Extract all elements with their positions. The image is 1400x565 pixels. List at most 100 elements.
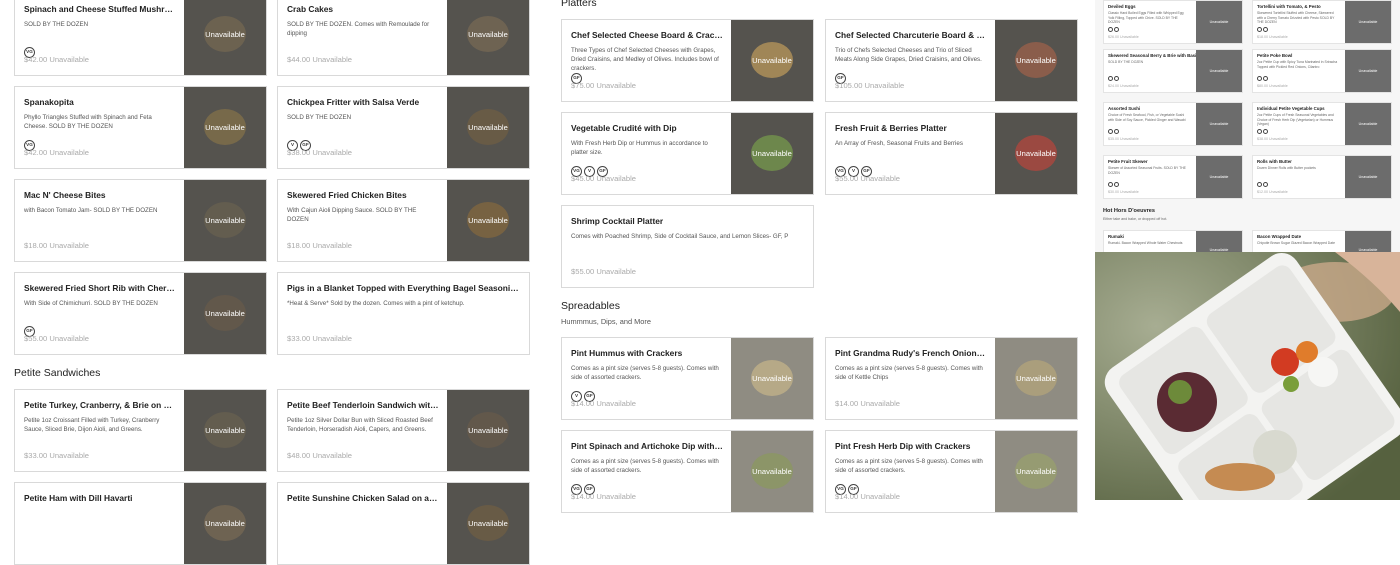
- preview-item-name: Rumaki: [1108, 234, 1124, 239]
- item-info: Spanakopita Phyllo Triangles Stuffed with…: [24, 87, 176, 168]
- menu-item-card[interactable]: Chef Selected Charcuterie Board & Cracke…: [825, 19, 1078, 102]
- unavailable-overlay: Unavailable: [468, 123, 508, 132]
- preview-menu-item[interactable]: Deviled Eggs Classic Hard Boiled Eggs Fil…: [1103, 0, 1243, 44]
- item-info: Skewered Fried Short Rib with Cherry Tom…: [24, 273, 176, 354]
- item-name: Pint Hummus with Crackers: [571, 348, 683, 358]
- preview-item-thumbnail: Unavailable: [1196, 1, 1242, 43]
- diet-tag-icon: [1108, 76, 1113, 81]
- menu-item-card[interactable]: Skewered Fried Chicken Bites With Cajun A…: [277, 179, 530, 262]
- item-thumbnail[interactable]: Unavailable: [731, 338, 813, 419]
- unavailable-overlay: Unavailable: [1016, 149, 1056, 158]
- menu-item-card[interactable]: Skewered Fried Short Rib with Cherry Tom…: [14, 272, 267, 355]
- item-info: Pigs in a Blanket Topped with Everything…: [287, 273, 519, 354]
- preview-item-price: $12.00 Unavailable: [1257, 190, 1288, 194]
- item-thumbnail[interactable]: Unavailable: [995, 338, 1077, 419]
- preview-menu-item[interactable]: Petite Fruit Skewer Skewer of Assorted Se…: [1103, 155, 1243, 199]
- preview-item-price: $35.00 Unavailable: [1108, 137, 1139, 141]
- item-thumbnail[interactable]: Unavailable: [184, 483, 266, 564]
- item-info: Shrimp Cocktail Platter Comes with Poache…: [571, 206, 803, 287]
- preview-menu-item[interactable]: Individual Petite Vegetable Cups 2oz Peti…: [1252, 102, 1392, 146]
- diet-tag-icon: [1114, 182, 1119, 187]
- menu-item-card[interactable]: Spanakopita Phyllo Triangles Stuffed with…: [14, 86, 267, 169]
- menu-item-card[interactable]: Petite Sunshine Chicken Salad on a Crois…: [277, 482, 530, 565]
- item-thumbnail[interactable]: Unavailable: [184, 390, 266, 471]
- item-thumbnail[interactable]: Unavailable: [447, 390, 529, 471]
- item-info: Mac N' Cheese Bites with Bacon Tomato Jam…: [24, 180, 176, 261]
- section-title-petite-sandwiches: Petite Sandwiches: [14, 367, 101, 379]
- item-name: Pint Fresh Herb Dip with Crackers: [835, 441, 971, 451]
- item-thumbnail[interactable]: Unavailable: [447, 0, 529, 75]
- item-price: $42.00 Unavailable: [24, 55, 90, 64]
- item-name: Pint Spinach and Artichoke Dip with Crac…: [571, 441, 723, 451]
- item-thumbnail[interactable]: Unavailable: [447, 87, 529, 168]
- preview-menu-item[interactable]: Rolls with Butter Dozen Dinner Rolls with…: [1252, 155, 1392, 199]
- menu-item-card[interactable]: Chef Selected Cheese Board & Crackers Thr…: [561, 19, 814, 102]
- menu-item-card[interactable]: Pint Fresh Herb Dip with Crackers Comes a…: [825, 430, 1078, 513]
- item-thumbnail[interactable]: Unavailable: [184, 0, 266, 75]
- unavailable-overlay: Unavailable: [205, 30, 245, 39]
- item-thumbnail[interactable]: Unavailable: [184, 180, 266, 261]
- item-thumbnail[interactable]: Unavailable: [731, 113, 813, 194]
- menu-item-card[interactable]: Chickpea Fritter with Salsa Verde SOLD BY…: [277, 86, 530, 169]
- item-price: $75.00 Unavailable: [571, 81, 637, 90]
- item-thumbnail[interactable]: Unavailable: [995, 113, 1077, 194]
- menu-item-card[interactable]: Spinach and Cheese Stuffed Mushrooms SOLD…: [14, 0, 267, 76]
- menu-item-card[interactable]: Crab Cakes SOLD BY THE DOZEN. Comes with …: [277, 0, 530, 76]
- preview-item-name: Petite Poke Bowl: [1257, 53, 1293, 58]
- menu-item-card[interactable]: Petite Beef Tenderloin Sandwich with Hor…: [277, 389, 530, 472]
- item-price: $45.00 Unavailable: [571, 174, 637, 183]
- item-description: SOLD BY THE DOZEN: [24, 21, 89, 28]
- item-description: SOLD BY THE DOZEN: [287, 114, 352, 121]
- item-thumbnail[interactable]: Unavailable: [184, 87, 266, 168]
- preview-menu-item[interactable]: Petite Poke Bowl 2oz Petite Cup with Spic…: [1252, 49, 1392, 93]
- item-thumbnail[interactable]: Unavailable: [995, 20, 1077, 101]
- item-description: Trio of Chefs Selected Cheeses and Trio …: [835, 47, 982, 63]
- unavailable-overlay: Unavailable: [468, 426, 508, 435]
- unavailable-overlay: Unavailable: [205, 123, 245, 132]
- item-name: Petite Ham with Dill Havarti: [24, 493, 133, 503]
- item-name: Mac N' Cheese Bites: [24, 190, 106, 200]
- unavailable-overlay: Unavailable: [1016, 467, 1056, 476]
- preview-menu-item[interactable]: Assorted Sushi Choice of Fresh Seafood, F…: [1103, 102, 1243, 146]
- menu-item-card[interactable]: Pint Grandma Rudy's French Onion Dip wit…: [825, 337, 1078, 420]
- preview-diet-tags: [1257, 182, 1268, 187]
- menu-item-card[interactable]: Vegetable Crudité with Dip With Fresh Her…: [561, 112, 814, 195]
- item-thumbnail[interactable]: Unavailable: [447, 180, 529, 261]
- item-thumbnail[interactable]: Unavailable: [184, 273, 266, 354]
- item-thumbnail[interactable]: Unavailable: [447, 483, 529, 564]
- preview-item-price: $80.00 Unavailable: [1257, 84, 1288, 88]
- menu-item-card[interactable]: Pint Spinach and Artichoke Dip with Crac…: [561, 430, 814, 513]
- preview-menu-item[interactable]: Rumaki Rumaki- Bacon Wrapped Whole Water …: [1103, 230, 1243, 252]
- item-description: Three Types of Chef Selected Cheeses wit…: [571, 47, 719, 72]
- preview-item-price: $24.00 Unavailable: [1108, 84, 1139, 88]
- item-name: Chef Selected Cheese Board & Crackers: [571, 30, 723, 40]
- preview-item-description: Chipotle Brown Sugar Glazed Bacon Wrappe…: [1257, 241, 1335, 245]
- item-price: $14.00 Unavailable: [835, 399, 901, 408]
- item-price: $18.00 Unavailable: [287, 241, 353, 250]
- preview-item-thumbnail: Unavailable: [1196, 156, 1242, 198]
- item-description: With Fresh Herb Dip or Hummus in accorda…: [571, 140, 708, 156]
- item-thumbnail[interactable]: Unavailable: [731, 20, 813, 101]
- item-price: $48.00 Unavailable: [287, 451, 353, 460]
- item-name: Pint Grandma Rudy's French Onion Dip wit…: [835, 348, 987, 358]
- preview-menu-item[interactable]: Bacon Wrapped Date Chipotle Brown Sugar G…: [1252, 230, 1392, 252]
- menu-item-card[interactable]: Petite Turkey, Cranberry, & Brie on a Cr…: [14, 389, 267, 472]
- menu-item-card[interactable]: Fresh Fruit & Berries Platter An Array of…: [825, 112, 1078, 195]
- menu-item-card[interactable]: Mac N' Cheese Bites with Bacon Tomato Jam…: [14, 179, 267, 262]
- preview-item-description: Skewer of Assorted Seasonal Fruits. SOLD…: [1108, 166, 1186, 175]
- preview-diet-tags: [1108, 76, 1119, 81]
- preview-menu-item[interactable]: Tortellini with Tomato, & Pesto Skewered …: [1252, 0, 1392, 44]
- menu-item-card[interactable]: Pigs in a Blanket Topped with Everything…: [277, 272, 530, 355]
- item-description: With Cajun Aioli Dipping Sauce. SOLD BY …: [287, 207, 417, 223]
- preview-menu-item[interactable]: Skewered Seasonal Berry & Brie with Basi…: [1103, 49, 1243, 93]
- diet-tag-icon: [1257, 129, 1262, 134]
- item-price: $42.00 Unavailable: [24, 148, 90, 157]
- item-price: $38.00 Unavailable: [287, 148, 353, 157]
- menu-item-card[interactable]: Petite Ham with Dill Havarti Unavailable: [14, 482, 267, 565]
- item-info: Petite Ham with Dill Havarti: [24, 483, 176, 564]
- menu-item-card[interactable]: Pint Hummus with Crackers Comes as a pint…: [561, 337, 814, 420]
- preview-item-name: Assorted Sushi: [1108, 106, 1141, 111]
- preview-item-name: Deviled Eggs: [1108, 4, 1136, 9]
- unavailable-overlay: Unavailable: [1016, 56, 1056, 65]
- menu-item-card[interactable]: Shrimp Cocktail Platter Comes with Poache…: [561, 205, 814, 288]
